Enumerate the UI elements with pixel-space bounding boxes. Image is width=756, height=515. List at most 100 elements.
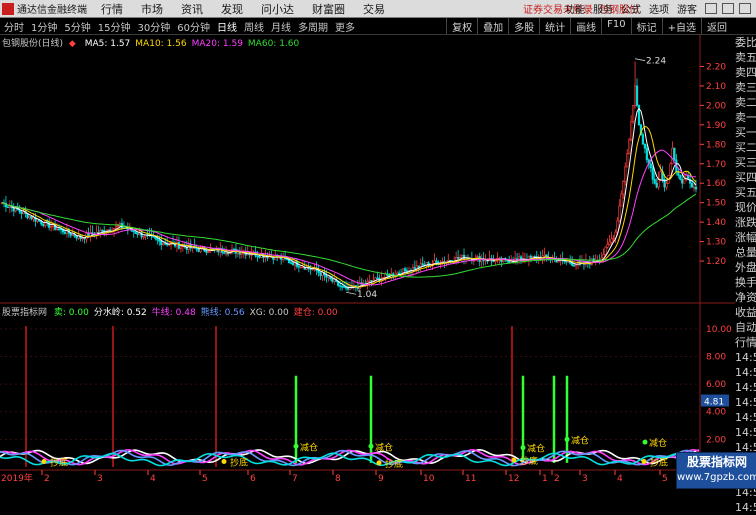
menu-market[interactable]: 市场: [141, 1, 163, 17]
sidebar-item[interactable]: 卖一: [735, 110, 756, 125]
candle-body: [44, 220, 47, 226]
menu-trade[interactable]: 交易: [363, 1, 385, 17]
sell-dot: [564, 436, 570, 442]
sidebar-item[interactable]: 行情: [735, 335, 756, 350]
sidebar-item[interactable]: 14:56: [735, 350, 756, 365]
candle-body: [195, 247, 198, 250]
maximize-icon[interactable]: [722, 3, 734, 14]
sidebar-item[interactable]: 卖三: [735, 80, 756, 95]
period-tab[interactable]: 15分钟: [98, 19, 131, 34]
sidebar-item[interactable]: 涨幅: [735, 230, 756, 245]
menu-discover[interactable]: 发现: [221, 1, 243, 17]
menu-ask[interactable]: 问小达: [261, 1, 294, 17]
sidebar-item[interactable]: 换手: [735, 275, 756, 290]
tool-button[interactable]: 返回: [701, 18, 732, 34]
candle-body: [694, 186, 698, 190]
period-tab[interactable]: 周线: [244, 19, 264, 34]
period-tab[interactable]: 60分钟: [177, 19, 210, 34]
menu-function[interactable]: 功能: [565, 1, 585, 16]
sidebar-item[interactable]: 卖二: [735, 95, 756, 110]
month-label: 4: [617, 474, 623, 484]
sidebar-item[interactable]: 14:56: [735, 500, 756, 515]
menu-options[interactable]: 选项: [649, 1, 669, 16]
candle-body: [651, 167, 654, 180]
period-tab[interactable]: 1分钟: [31, 19, 57, 34]
candle-body: [132, 230, 135, 233]
indicator-legend: 股票指标网 卖: 0.00 分水岭: 0.52 牛线: 0.48 熊线: 0.56 XG…: [2, 305, 343, 318]
candle-body: [398, 272, 401, 275]
period-tab[interactable]: 5分钟: [64, 19, 90, 34]
month-label: 10: [423, 474, 435, 484]
tool-button[interactable]: +自选: [661, 18, 701, 34]
month-label: 5: [662, 474, 668, 484]
candle-body: [162, 243, 165, 246]
candle-body: [692, 186, 696, 189]
sidebar-item[interactable]: 委比: [735, 35, 756, 50]
candle-body: [256, 255, 259, 258]
candle-body: [573, 265, 576, 267]
minimize-icon[interactable]: [705, 3, 717, 14]
kline-chart[interactable]: 2.20 2.10 2.00 1.90 1.80 1.70 1.60 1.50 1.40 1.30…: [0, 35, 735, 487]
candle-body: [325, 274, 328, 278]
sidebar-item[interactable]: 14:56: [735, 395, 756, 410]
sidebar-item[interactable]: 外盘: [735, 260, 756, 275]
y-tick-label: 2.10: [706, 82, 726, 92]
month-label: 3: [582, 474, 588, 484]
menu-service[interactable]: 服务: [593, 1, 613, 16]
dropdown-icon[interactable]: ◆: [69, 39, 76, 49]
candle-body: [346, 287, 350, 290]
candle-body: [319, 272, 322, 276]
sidebar-item[interactable]: 卖五: [735, 50, 756, 65]
tool-button[interactable]: 画线: [570, 18, 601, 34]
candle-body: [50, 226, 53, 228]
sidebar-item[interactable]: 买一: [735, 125, 756, 140]
candle-body: [36, 219, 39, 222]
ma-legend-item: MA60: 1.60: [247, 39, 300, 49]
candle-body: [421, 263, 424, 266]
sidebar-item[interactable]: 净资: [735, 290, 756, 305]
buy-dot: [641, 458, 647, 464]
sidebar-item[interactable]: 买五: [735, 185, 756, 200]
close-icon[interactable]: [739, 3, 751, 14]
low-label: 1.04: [357, 290, 377, 300]
period-tab[interactable]: 更多: [335, 19, 355, 34]
period-tab[interactable]: 月线: [271, 19, 291, 34]
menu-wealth[interactable]: 财富圈: [312, 1, 345, 17]
tool-button[interactable]: 复权: [446, 18, 477, 34]
sidebar-item[interactable]: 14:56: [735, 380, 756, 395]
tool-button[interactable]: 标记: [630, 18, 662, 34]
sidebar-item[interactable]: 总量: [735, 245, 756, 260]
menu-formula[interactable]: 公式: [621, 1, 641, 16]
sidebar-item[interactable]: 现价: [735, 200, 756, 215]
buy-dot: [376, 460, 382, 466]
indicator-name[interactable]: 股票指标网: [2, 308, 47, 318]
menu-guest[interactable]: 游客: [677, 1, 697, 16]
tool-button[interactable]: F10: [601, 18, 630, 34]
sidebar-item[interactable]: 买二: [735, 140, 756, 155]
sidebar-item[interactable]: 14:56: [735, 410, 756, 425]
sidebar-item[interactable]: 卖四: [735, 65, 756, 80]
candle-body: [624, 166, 627, 182]
sidebar-item[interactable]: 买三: [735, 155, 756, 170]
tool-button[interactable]: 叠加: [477, 18, 508, 34]
menu-news[interactable]: 资讯: [181, 1, 203, 17]
period-tab[interactable]: 多周期: [298, 19, 328, 34]
sidebar-item[interactable]: 收益: [735, 305, 756, 320]
menu-quotes[interactable]: 行情: [101, 1, 123, 17]
period-tab[interactable]: 日线: [217, 19, 237, 34]
tool-button[interactable]: 多股: [508, 18, 539, 34]
sidebar-item[interactable]: 自动: [735, 320, 756, 335]
month-label: 1: [542, 474, 548, 484]
tool-button[interactable]: 统计: [539, 18, 570, 34]
sidebar-item[interactable]: 14:56: [735, 425, 756, 440]
sidebar-item[interactable]: 涨跌: [735, 215, 756, 230]
candle-body: [116, 225, 120, 227]
sell-label: 减仓: [375, 441, 393, 453]
candle-body: [331, 278, 334, 282]
period-tab[interactable]: 30分钟: [137, 19, 170, 34]
period-tab[interactable]: 分时: [4, 19, 24, 34]
sidebar-item[interactable]: 14:56: [735, 365, 756, 380]
sidebar-item[interactable]: 买四: [735, 170, 756, 185]
candle-body: [679, 175, 682, 180]
candle-body: [616, 220, 619, 233]
